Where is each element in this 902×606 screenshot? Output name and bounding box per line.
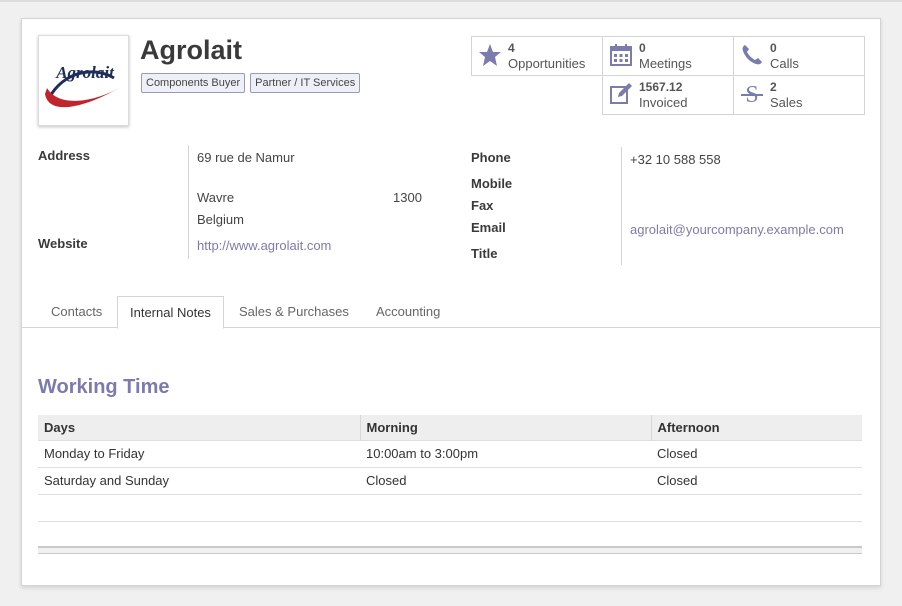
phone-icon	[742, 45, 762, 65]
website-link[interactable]: http://www.agrolait.com	[197, 238, 331, 253]
cell-afternoon: Closed	[651, 439, 862, 467]
invoiced-label: Invoiced	[639, 95, 688, 110]
tab-sales-purchases[interactable]: Sales & Purchases	[227, 296, 361, 328]
calls-count: 0	[770, 41, 777, 55]
address-zip[interactable]: 1300	[393, 190, 422, 205]
phone-label: Phone	[471, 150, 511, 165]
tab-accounting[interactable]: Accounting	[364, 296, 452, 328]
calls-button[interactable]: 0 Calls	[733, 36, 865, 76]
star-icon	[479, 44, 501, 66]
address-country[interactable]: Belgium	[197, 212, 244, 227]
title-label: Title	[471, 246, 498, 261]
cell-afternoon: Closed	[651, 466, 862, 494]
working-time-title: Working Time	[38, 376, 170, 398]
tab-internal-notes[interactable]: Internal Notes	[117, 296, 224, 329]
invoiced-amount: 1567.12	[639, 80, 683, 94]
email-label: Email	[471, 220, 506, 235]
address-label: Address	[38, 148, 91, 163]
meetings-label: Meetings	[639, 56, 692, 71]
partner-name: Agrolait	[140, 35, 243, 65]
strikethrough-icon: S	[741, 82, 763, 106]
table-footer	[38, 546, 862, 554]
tab-contacts[interactable]: Contacts	[39, 296, 114, 328]
cell-morning: Closed	[360, 466, 651, 494]
tag-partner-it-services[interactable]: Partner / IT Services	[250, 73, 361, 93]
table-header-row: Days Morning Afternoon	[38, 415, 862, 440]
address-city[interactable]: Wavre	[197, 190, 234, 205]
cell-morning: 10:00am to 3:00pm	[360, 439, 651, 467]
edit-icon	[610, 83, 632, 104]
partner-form-sheet: Agrolait Agrolait Components Buyer Partn…	[21, 18, 881, 586]
agrolait-logo: Agrolait	[45, 63, 119, 108]
meetings-button[interactable]: 0 Meetings	[602, 36, 734, 76]
column-header-afternoon[interactable]: Afternoon	[650, 415, 862, 440]
opportunities-count: 4	[508, 41, 515, 55]
notebook-tabs: Contacts Internal Notes Sales & Purchase…	[22, 296, 880, 329]
opportunities-label: Opportunities	[508, 56, 586, 71]
sales-label: Sales	[770, 95, 803, 110]
cell-days: Monday to Friday	[38, 439, 360, 467]
phone-value[interactable]: +32 10 588 558	[630, 152, 721, 167]
working-time-table: Days Morning Afternoon Monday to Friday …	[38, 415, 862, 522]
mobile-label: Mobile	[471, 176, 513, 191]
invoiced-button[interactable]: 1567.12 Invoiced	[602, 75, 734, 115]
empty-row	[38, 493, 862, 522]
tag-list: Components Buyer Partner / IT Services	[141, 73, 361, 93]
table-row[interactable]: Monday to Friday 10:00am to 3:00pm Close…	[38, 439, 862, 467]
calls-label: Calls	[770, 56, 799, 71]
top-border	[0, 0, 902, 2]
fax-label: Fax	[471, 198, 494, 213]
email-link[interactable]: agrolait@yourcompany.example.com	[630, 222, 844, 237]
logo-text: Agrolait	[55, 63, 115, 82]
opportunities-button[interactable]: 4 Opportunities	[471, 36, 603, 76]
right-field-divider	[621, 147, 622, 265]
sales-button[interactable]: S 2 Sales	[733, 75, 865, 115]
table-row[interactable]: Saturday and Sunday Closed Closed	[38, 466, 862, 494]
calendar-icon	[610, 44, 632, 66]
left-field-divider	[188, 145, 189, 259]
meetings-count: 0	[639, 41, 646, 55]
column-header-days[interactable]: Days	[38, 415, 360, 440]
sales-count: 2	[770, 80, 777, 94]
tag-components-buyer[interactable]: Components Buyer	[141, 73, 246, 93]
address-street[interactable]: 69 rue de Namur	[197, 150, 295, 165]
column-header-morning[interactable]: Morning	[359, 415, 651, 440]
partner-avatar[interactable]: Agrolait	[38, 35, 129, 126]
cell-days: Saturday and Sunday	[38, 466, 360, 494]
website-label: Website	[38, 236, 88, 251]
